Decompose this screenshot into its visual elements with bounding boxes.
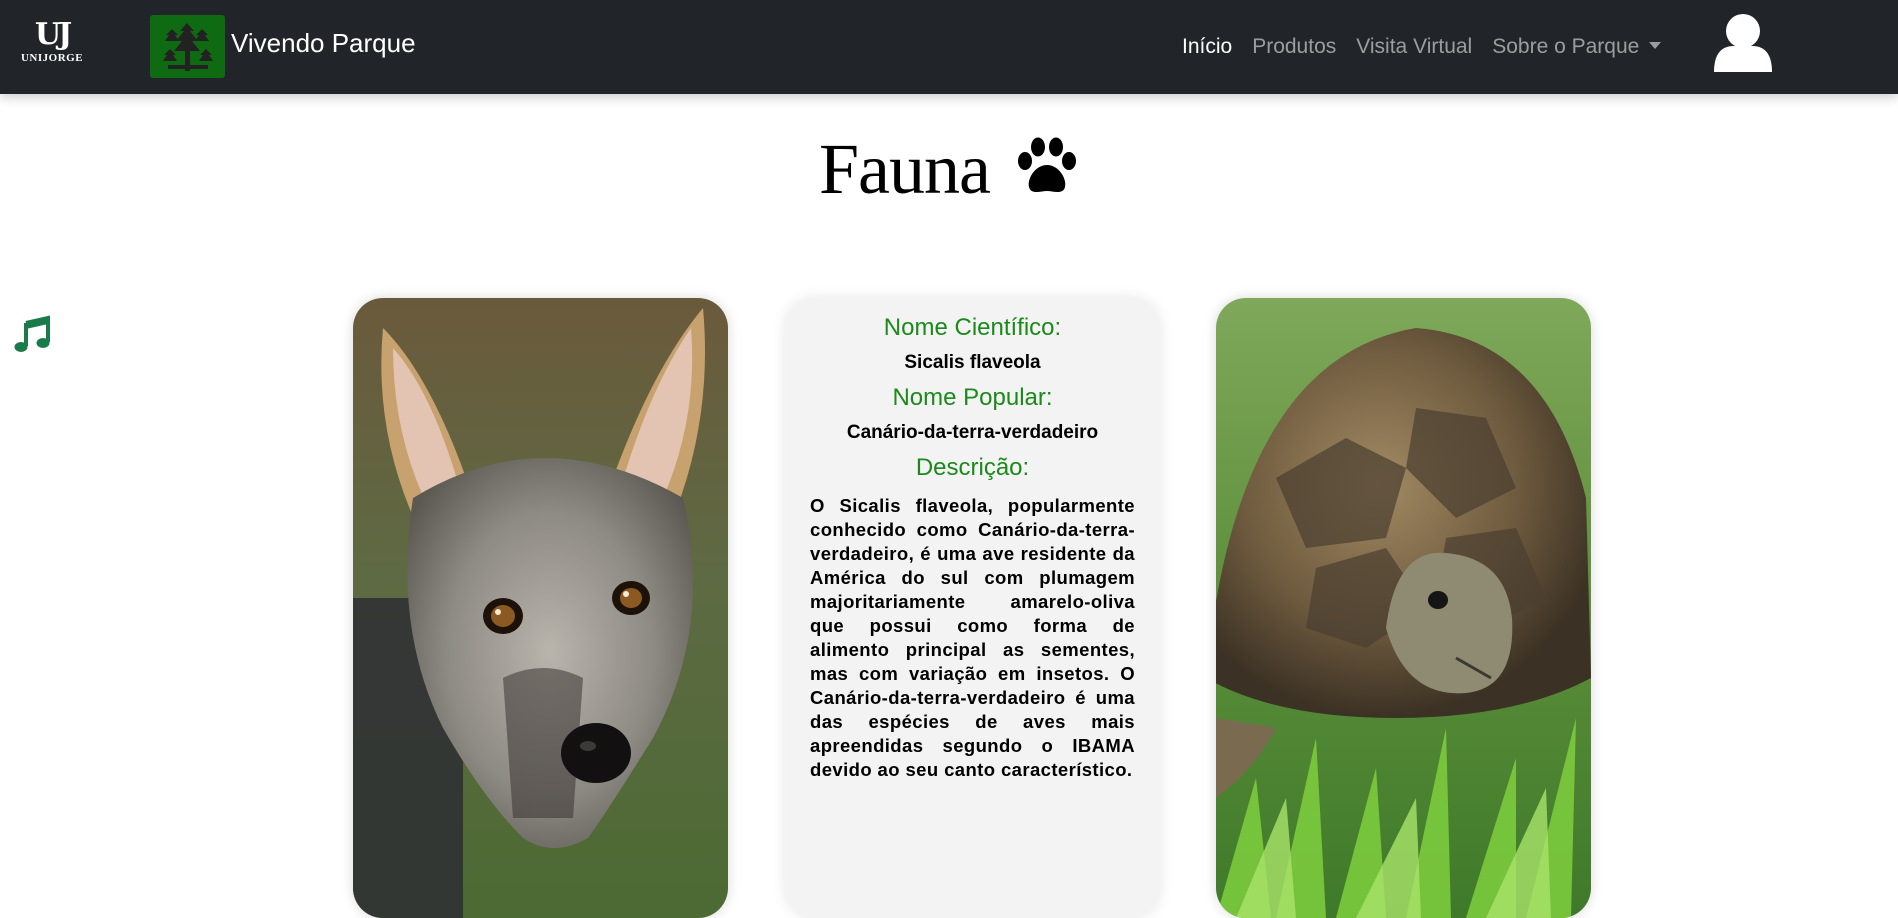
popular-name-label: Nome Popular: — [892, 384, 1053, 411]
tree-icon — [163, 23, 213, 71]
tortoise-photo-card[interactable] — [1216, 298, 1591, 918]
park-logo[interactable] — [150, 15, 225, 78]
nav-dropdown-label: Sobre o Parque — [1492, 35, 1640, 58]
nav-link-visita-virtual[interactable]: Visita Virtual — [1356, 35, 1472, 59]
description-text: O Sicalis flaveola, popularmente conheci… — [810, 495, 1135, 780]
nav-link-produtos[interactable]: Produtos — [1252, 35, 1336, 59]
page-title: Fauna — [0, 128, 1898, 211]
scientific-name-label: Nome Científico: — [883, 314, 1062, 341]
species-info-card: Nome Científico: Sicalis flaveola Nome P… — [785, 298, 1160, 918]
music-note-icon[interactable] — [14, 315, 52, 353]
unijorge-logo-word: UNIJORGE — [20, 52, 84, 64]
nav-link-inicio[interactable]: Início — [1182, 35, 1232, 59]
description-label: Descrição: — [915, 454, 1030, 481]
unijorge-logo[interactable]: UJ UNIJORGE — [18, 20, 86, 68]
tortoise-photo — [1216, 298, 1591, 918]
scientific-name-value: Sicalis flaveola — [904, 352, 1041, 373]
fox-photo-card[interactable] — [353, 298, 728, 918]
paw-icon — [1017, 137, 1076, 192]
unijorge-logo-mark: UJ — [34, 17, 72, 52]
navbar: UJ UNIJORGE Vivendo Parque Início Produt… — [0, 0, 1898, 94]
user-icon[interactable] — [1710, 12, 1776, 76]
fox-photo — [353, 298, 728, 918]
popular-name-value: Canário-da-terra-verdadeiro — [846, 422, 1099, 443]
caret-down-icon — [1649, 42, 1662, 49]
brand-title[interactable]: Vivendo Parque — [231, 28, 416, 59]
main-nav: Início Produtos Visita Virtual Sobre o P… — [1182, 35, 1662, 59]
page-title-text: Fauna — [819, 129, 991, 209]
nav-dropdown-sobre-o-parque[interactable]: Sobre o Parque — [1492, 35, 1662, 59]
